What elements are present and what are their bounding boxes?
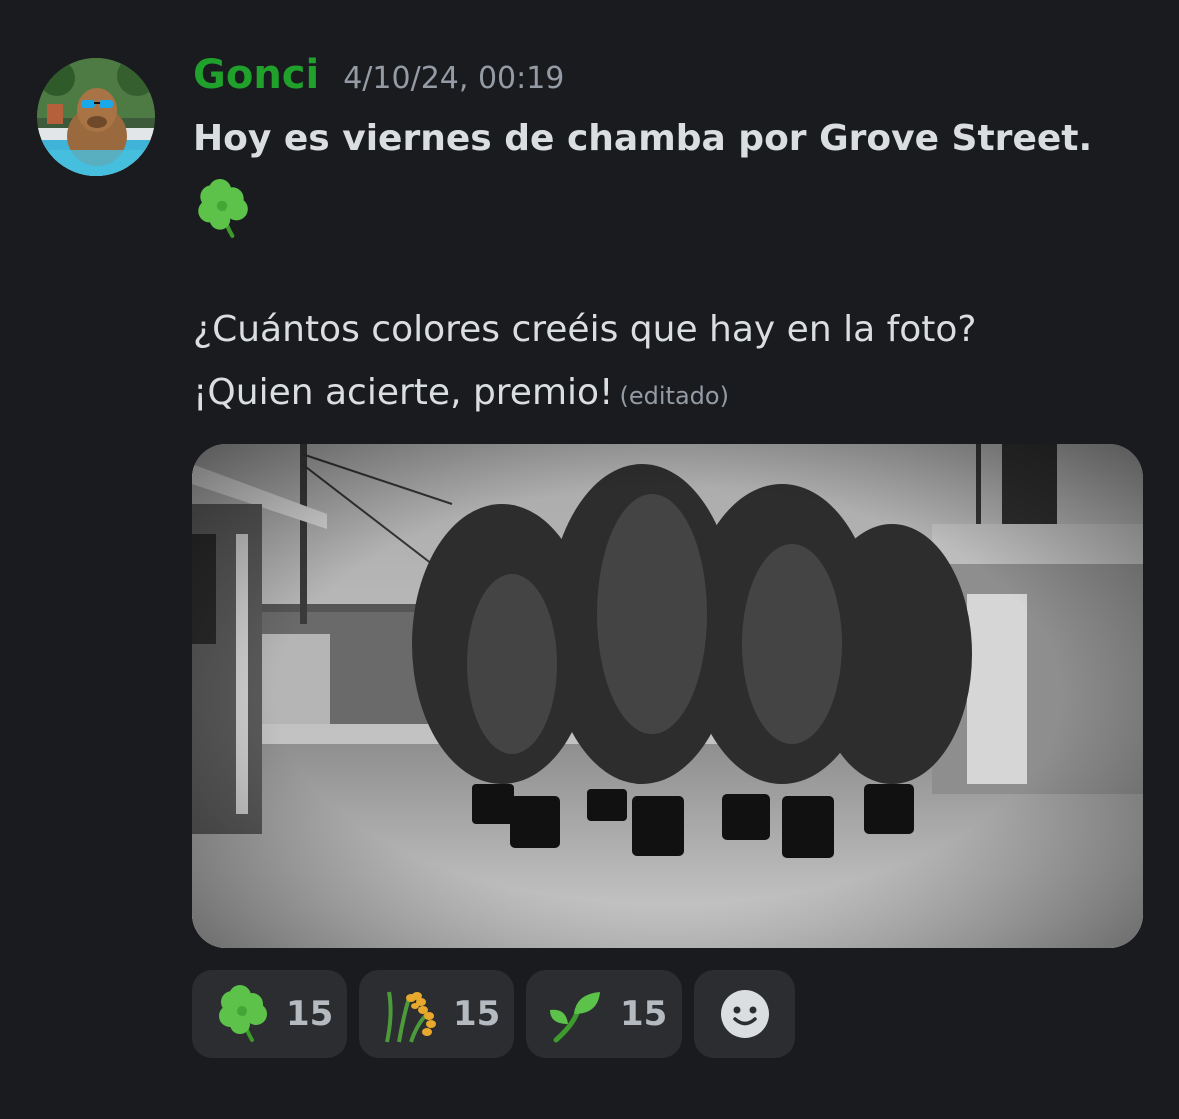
username[interactable]: Gonci: [193, 52, 319, 98]
timestamp: 4/10/24, 00:19: [343, 61, 565, 96]
seedling-icon: [546, 984, 606, 1044]
image-attachment[interactable]: [192, 444, 1143, 948]
add-reaction-button[interactable]: [694, 970, 795, 1058]
sheaf-of-rice-icon: [379, 984, 439, 1044]
reaction-sheaf-of-rice[interactable]: 15: [359, 970, 514, 1058]
message-header: Gonci 4/10/24, 00:19: [193, 52, 564, 108]
reaction-count: 15: [286, 994, 334, 1034]
message-line-text: ¡Quien acierte, premio!: [193, 372, 614, 413]
message-bold-line: Hoy es viernes de chamba por Grove Stree…: [193, 118, 1093, 159]
edited-label[interactable]: (editado): [620, 382, 729, 410]
reaction-count: 15: [620, 994, 668, 1034]
reactions-bar: 15 15 15: [192, 970, 795, 1058]
reaction-shamrock[interactable]: 15: [192, 970, 347, 1058]
shamrock-icon: [191, 178, 253, 240]
chat-message: Gonci 4/10/24, 00:19 Hoy es viernes de c…: [0, 0, 1179, 1119]
message-line: ¡Quien acierte, premio! (editado): [193, 372, 729, 413]
capybara-avatar-image: [37, 58, 155, 176]
user-avatar[interactable]: [37, 58, 155, 176]
shamrock-icon: [212, 984, 272, 1044]
reaction-seedling[interactable]: 15: [526, 970, 682, 1058]
reaction-count: 15: [453, 994, 501, 1034]
smiley-add-reaction-icon: [720, 990, 769, 1038]
message-line: ¿Cuántos colores creéis que hay en la fo…: [193, 309, 977, 350]
attachment-photo: [192, 444, 1143, 948]
